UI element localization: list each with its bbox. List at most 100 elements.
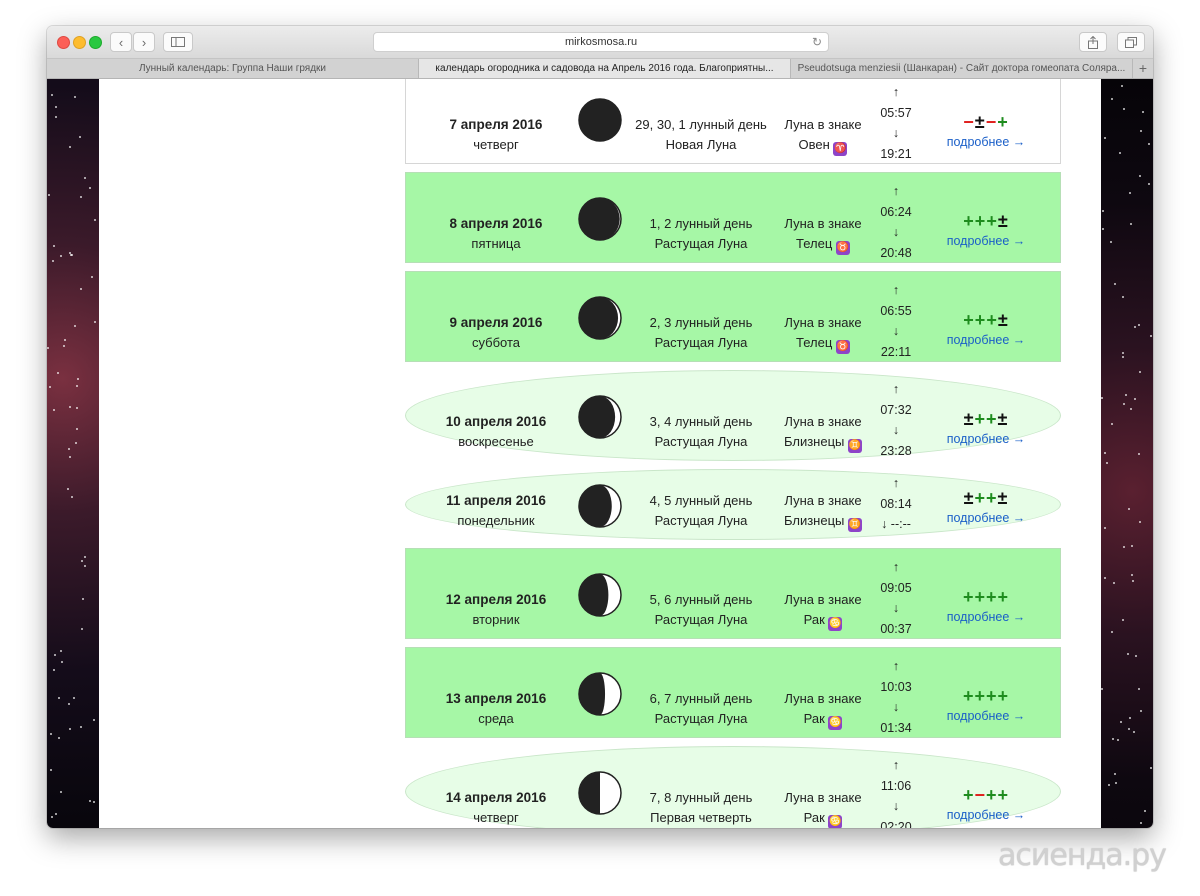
date-cell: 13 апреля 2016 среда <box>426 689 566 729</box>
indicator-symbol: ± <box>963 409 975 429</box>
watermark: асиенда.ру <box>998 838 1167 873</box>
moon-phase-icon <box>578 394 622 439</box>
star-dot <box>63 345 65 347</box>
star-dot <box>79 136 81 138</box>
star-dot <box>74 96 76 98</box>
tab-2[interactable]: Pseudotsuga menziesii (Шанкаран) - Сайт … <box>791 59 1133 78</box>
star-dot <box>1139 521 1141 523</box>
star-dot <box>55 813 57 815</box>
star-dot <box>1104 452 1106 454</box>
tab-overview-button[interactable] <box>1117 32 1145 52</box>
weekday: пятница <box>471 236 521 251</box>
sign-name: Телец <box>796 236 833 251</box>
details-link[interactable]: подробнее → <box>926 330 1046 350</box>
star-dot <box>1128 728 1130 730</box>
lunar-day-cell: 2, 3 лунный день Растущая Луна <box>628 313 774 353</box>
star-dot <box>1104 137 1106 139</box>
address-bar[interactable]: mirkosmosa.ru ↻ <box>373 32 829 52</box>
details-link[interactable]: подробнее → <box>926 805 1046 825</box>
favorability-indicators: +++± <box>926 310 1046 330</box>
moonrise-time: 06:55 <box>880 303 912 318</box>
star-dot <box>71 496 73 498</box>
date: 13 апреля 2016 <box>445 691 547 706</box>
star-dot <box>80 726 82 728</box>
indicator-cell: ±++± подробнее → <box>926 488 1046 528</box>
lunar-days: 5, 6 лунный день <box>649 592 753 607</box>
star-dot <box>52 260 54 262</box>
star-dot <box>1102 228 1104 230</box>
star-dot <box>53 245 55 247</box>
star-dot <box>1122 619 1124 621</box>
star-dot <box>94 219 96 221</box>
sidebar-button[interactable] <box>163 32 193 52</box>
new-tab-button[interactable]: + <box>1133 59 1153 78</box>
weekday: суббота <box>471 335 521 350</box>
zodiac-icon: ♉ <box>835 241 850 255</box>
details-link[interactable]: подробнее → <box>926 706 1046 726</box>
details-link[interactable]: подробнее → <box>926 508 1046 528</box>
star-dot <box>1142 111 1144 113</box>
star-dot <box>68 448 70 450</box>
star-dot <box>64 339 66 341</box>
moonset-time: --:-- <box>890 517 911 531</box>
star-dot <box>60 650 62 652</box>
minimize-window-button[interactable] <box>73 36 86 49</box>
details-link[interactable]: подробнее → <box>926 429 1046 449</box>
tabs-icon <box>1125 36 1137 48</box>
indicator-symbol: + <box>997 112 1009 132</box>
moon-phase: Первая четверть <box>650 810 752 825</box>
date: 7 апреля 2016 <box>449 117 543 132</box>
star-dot <box>68 703 70 705</box>
star-dot <box>1140 710 1142 712</box>
indicator-symbol: + <box>986 409 998 429</box>
url-text: mirkosmosa.ru <box>564 36 638 48</box>
day-row: 13 апреля 2016 среда 6, 7 лунный день Ра… <box>405 647 1061 738</box>
tab-1[interactable]: календарь огородника и садовода на Апрел… <box>419 59 791 78</box>
zoom-window-button[interactable] <box>89 36 102 49</box>
tab-0[interactable]: Лунный календарь: Группа Наши грядки <box>47 59 419 78</box>
rise-set-cell: ↑ 05:57 ↓ 19:21 <box>868 82 924 164</box>
indicator-symbol: ± <box>963 488 975 508</box>
star-dot <box>1101 688 1103 690</box>
details-link[interactable]: подробнее → <box>926 607 1046 627</box>
star-dot <box>1111 98 1113 100</box>
day-row: 9 апреля 2016 суббота 2, 3 лунный день Р… <box>405 271 1061 362</box>
rise-arrow-icon: ↑ <box>892 476 900 490</box>
star-dot <box>1122 296 1124 298</box>
lunar-days: 3, 4 лунный день <box>649 414 753 429</box>
date-cell: 14 апреля 2016 четверг <box>426 788 566 828</box>
moon-phase-icon <box>578 770 622 815</box>
sign-label: Луна в знаке <box>784 493 862 508</box>
details-link[interactable]: подробнее → <box>926 132 1046 152</box>
star-dot <box>58 697 60 699</box>
star-dot <box>76 428 78 430</box>
close-window-button[interactable] <box>57 36 70 49</box>
page-viewport[interactable]: 7 апреля 2016 четверг 29, 30, 1 лунный д… <box>47 79 1153 828</box>
reload-icon[interactable]: ↻ <box>812 33 822 51</box>
lunar-days: 2, 3 лунный день <box>649 315 753 330</box>
indicator-symbol: + <box>962 587 975 607</box>
indicator-symbol: ± <box>997 211 1009 231</box>
star-dot <box>1129 717 1131 719</box>
moonrise-time: 09:05 <box>880 580 912 595</box>
star-dot <box>1112 738 1114 740</box>
space-background-right <box>1101 79 1153 828</box>
moonrise-time: 07:32 <box>880 402 912 417</box>
favorability-indicators: −±−+ <box>926 112 1046 132</box>
star-dot <box>55 106 57 108</box>
details-link[interactable]: подробнее → <box>926 231 1046 251</box>
forward-button[interactable]: › <box>133 32 155 52</box>
set-arrow-icon: ↓ <box>892 700 900 714</box>
share-button[interactable] <box>1079 32 1107 52</box>
day-row: 12 апреля 2016 вторник 5, 6 лунный день … <box>405 548 1061 639</box>
back-button[interactable]: ‹ <box>110 32 132 52</box>
day-row: 11 апреля 2016 понедельник 4, 5 лунный д… <box>405 469 1061 540</box>
sign-label: Луна в знаке <box>784 315 862 330</box>
share-icon <box>1088 35 1098 49</box>
star-dot <box>57 372 59 374</box>
tab-bar: Лунный календарь: Группа Наши грядки кал… <box>47 59 1153 79</box>
lunar-days: 29, 30, 1 лунный день <box>635 117 767 132</box>
star-dot <box>81 628 83 630</box>
star-dot <box>1127 653 1129 655</box>
star-dot <box>1134 326 1136 328</box>
